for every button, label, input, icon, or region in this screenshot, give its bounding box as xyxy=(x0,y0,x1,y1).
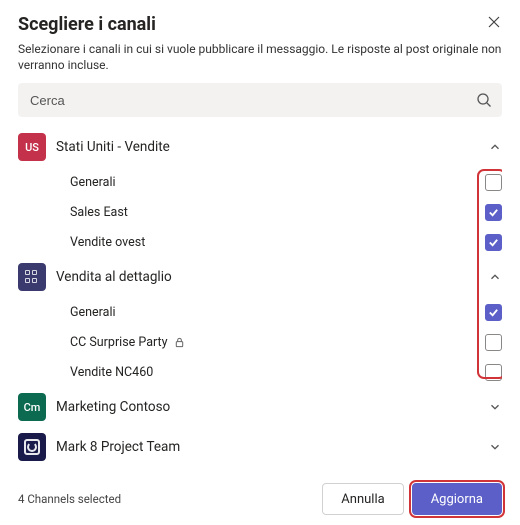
channel-us-generali[interactable]: Generali xyxy=(18,167,502,197)
channel-retail-cc[interactable]: CC Surprise Party xyxy=(18,327,502,357)
team-row-cm[interactable]: Cm Marketing Contoso xyxy=(18,387,502,427)
dialog-title: Scegliere i canali xyxy=(18,14,486,35)
cancel-button[interactable]: Annulla xyxy=(322,483,403,515)
team-name-cm: Marketing Contoso xyxy=(56,399,488,415)
dialog-subtitle: Selezionare i canali in cui si vuole pub… xyxy=(18,41,502,73)
channel-label: Generali xyxy=(70,175,485,190)
lock-icon xyxy=(174,337,185,348)
checkbox-retail-nc460[interactable] xyxy=(485,364,502,381)
update-button[interactable]: Aggiorna xyxy=(412,483,502,515)
channel-label: Generali xyxy=(70,305,485,320)
channel-us-vendite-ovest[interactable]: Vendite ovest xyxy=(18,227,502,257)
search-input[interactable] xyxy=(28,92,476,109)
dialog-footer: 4 Channels selected Annulla Aggiorna xyxy=(18,473,502,515)
selection-status: 4 Channels selected xyxy=(18,492,322,506)
channel-retail-generali[interactable]: Generali xyxy=(18,297,502,327)
channel-us-sales-east[interactable]: Sales East xyxy=(18,197,502,227)
close-icon[interactable] xyxy=(486,14,502,30)
channel-label: Vendite ovest xyxy=(70,235,485,250)
dialog-header: Scegliere i canali xyxy=(18,14,502,35)
team-avatar-retail xyxy=(18,263,46,291)
checkbox-us-sales-east[interactable] xyxy=(485,204,502,221)
team-name-retail: Vendita al dettaglio xyxy=(56,269,488,285)
search-bar[interactable] xyxy=(18,83,502,117)
channel-label: Vendite NC460 xyxy=(70,365,485,380)
choose-channels-dialog: Scegliere i canali Selezionare i canali … xyxy=(0,0,520,525)
checkbox-us-vendite-ovest[interactable] xyxy=(485,234,502,251)
team-avatar-us: US xyxy=(18,133,46,161)
chevron-up-icon[interactable] xyxy=(488,270,502,284)
channel-label: CC Surprise Party xyxy=(70,335,485,350)
search-icon xyxy=(476,92,492,108)
team-row-us[interactable]: US Stati Uniti - Vendite xyxy=(18,127,502,167)
chevron-down-icon[interactable] xyxy=(488,440,502,454)
checkbox-retail-generali[interactable] xyxy=(485,304,502,321)
checkbox-us-generali[interactable] xyxy=(485,174,502,191)
chevron-up-icon[interactable] xyxy=(488,140,502,154)
chevron-down-icon[interactable] xyxy=(488,400,502,414)
team-name-mk8: Mark 8 Project Team xyxy=(56,439,488,455)
channel-retail-nc460[interactable]: Vendite NC460 xyxy=(18,357,502,387)
team-row-mk8[interactable]: Mark 8 Project Team xyxy=(18,427,502,467)
channel-list: US Stati Uniti - Vendite Generali Sales … xyxy=(18,127,502,473)
channel-label: Sales East xyxy=(70,205,485,220)
team-name-us: Stati Uniti - Vendite xyxy=(56,139,488,155)
team-avatar-cm: Cm xyxy=(18,393,46,421)
team-row-retail[interactable]: Vendita al dettaglio xyxy=(18,257,502,297)
checkbox-retail-cc[interactable] xyxy=(485,334,502,351)
team-avatar-mk8 xyxy=(18,433,46,461)
